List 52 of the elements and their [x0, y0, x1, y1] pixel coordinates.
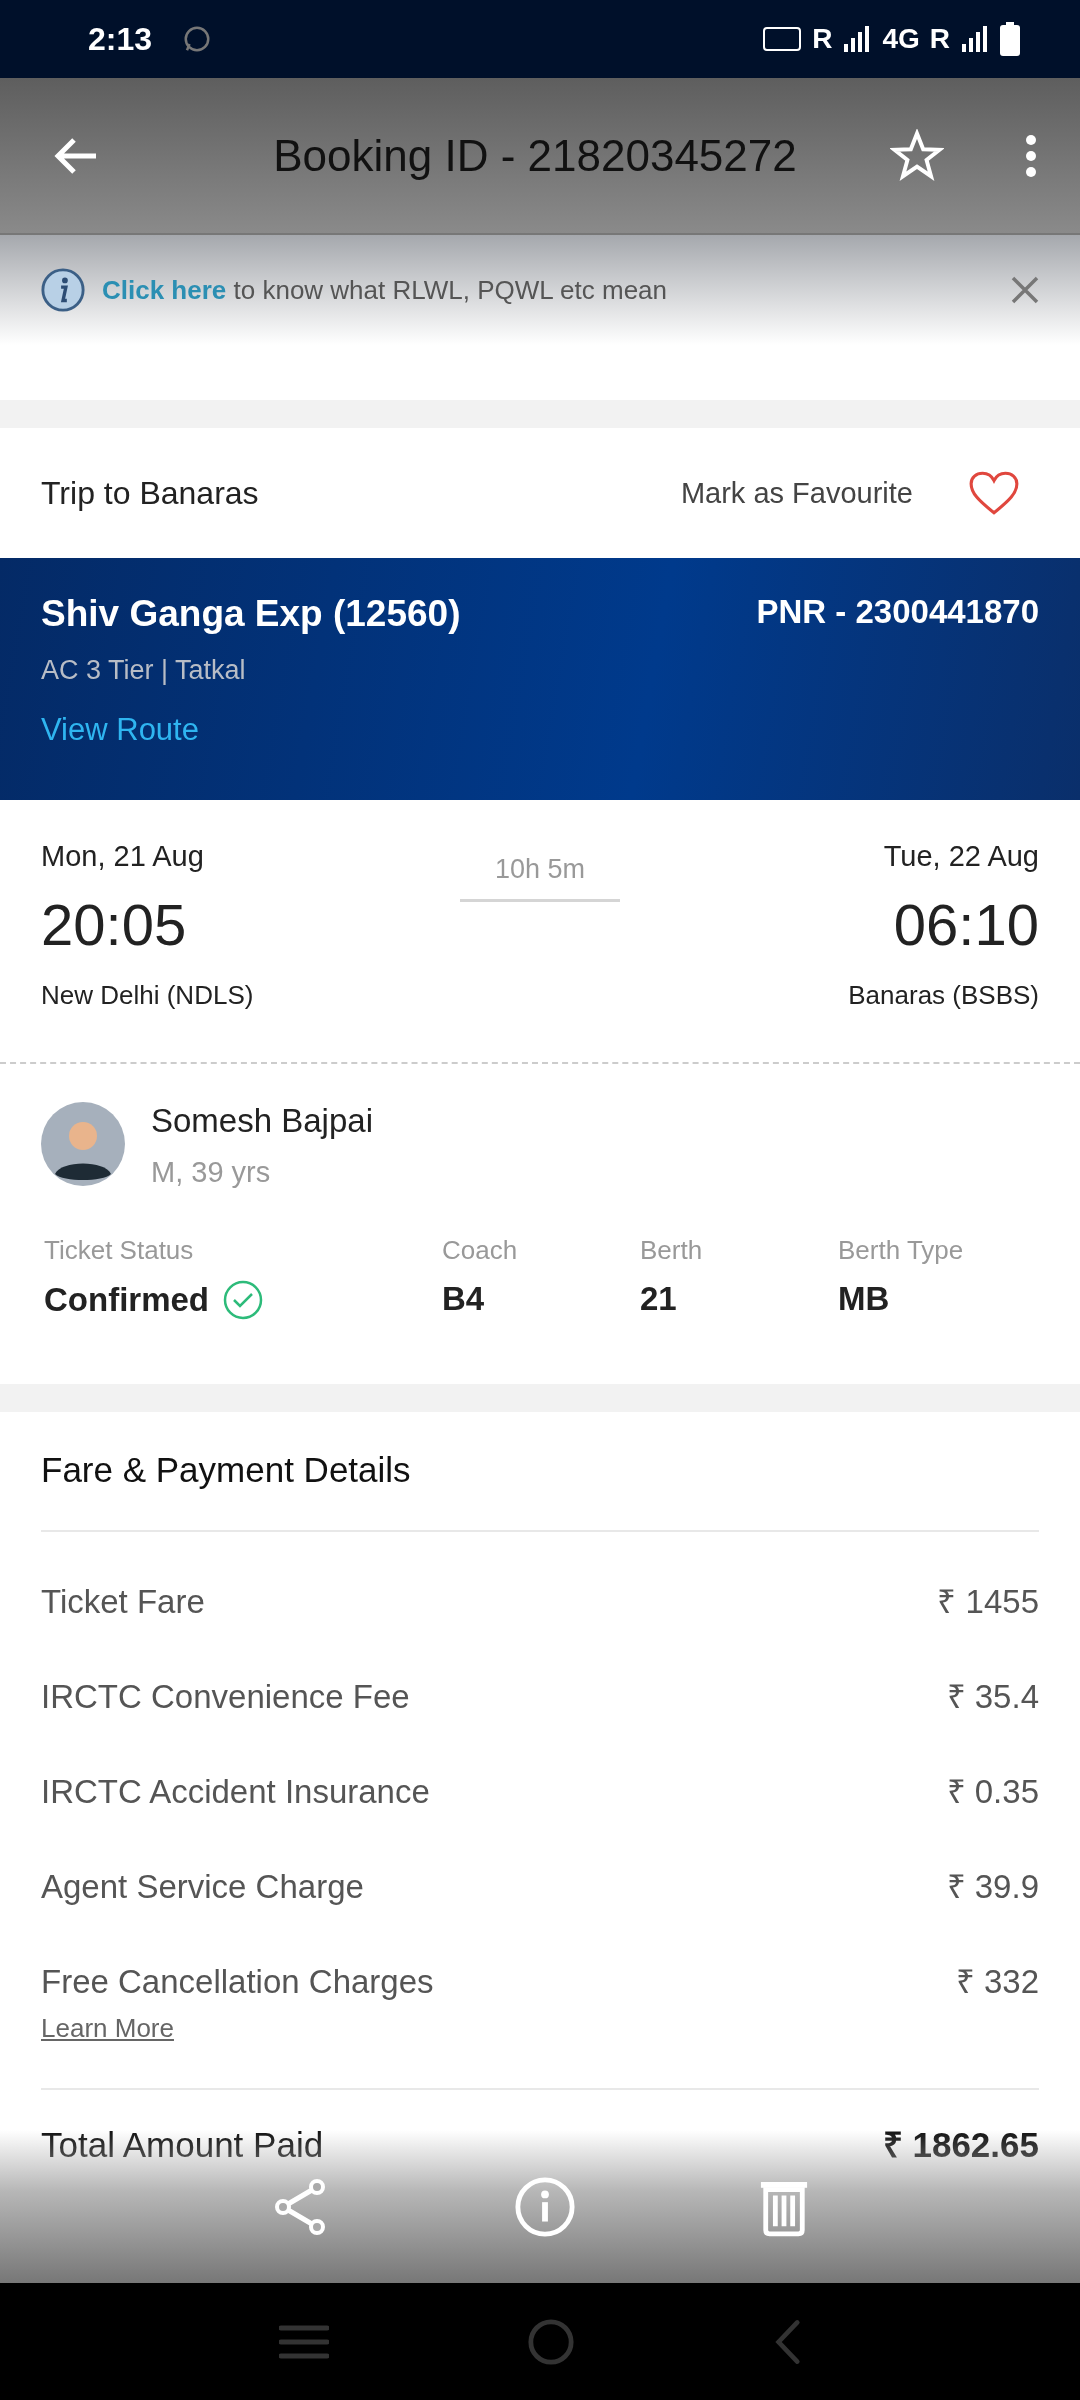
- fare-label: IRCTC Accident Insurance: [41, 1773, 430, 1811]
- network-label: 4G: [882, 23, 920, 55]
- arrival-date: Tue, 22 Aug: [883, 840, 1039, 873]
- clock-time: 2:13: [88, 20, 153, 58]
- info-message: Click here to know what RLWL, PQWL etc mean: [102, 274, 668, 306]
- learn-more-link[interactable]: Learn More: [41, 2013, 1039, 2044]
- battery-icon: [1000, 22, 1020, 56]
- field-value: B4: [442, 1280, 485, 1318]
- fare-label: Ticket Fare: [41, 1583, 205, 1621]
- arrival-time: 06:10: [893, 891, 1039, 958]
- journey-duration: 10h 5m: [494, 854, 586, 884]
- trip-title: Trip to Banaras: [41, 474, 260, 512]
- arrival-station: Banaras (BSBS): [848, 980, 1039, 1011]
- fare-amount: ₹ 1455: [937, 1582, 1039, 1622]
- field-label: Berth: [640, 1235, 704, 1266]
- departure-date: Mon, 21 Aug: [41, 840, 205, 873]
- field-label: Ticket Status: [44, 1235, 195, 1266]
- departure-station: New Delhi (NDLS): [41, 980, 255, 1011]
- star-icon[interactable]: [890, 128, 944, 183]
- fare-label: IRCTC Convenience Fee: [41, 1678, 410, 1716]
- info-icon[interactable]: [514, 2175, 576, 2238]
- fare-amount: ₹ 0.35: [946, 1772, 1039, 1812]
- favourite-label[interactable]: Mark as Favourite: [680, 476, 913, 510]
- field-label: Berth Type: [838, 1235, 965, 1266]
- fare-amount: ₹ 35.4: [946, 1677, 1039, 1717]
- departure-time: 20:05: [41, 891, 188, 958]
- field-value: Confirmed: [44, 1281, 209, 1319]
- view-route-link[interactable]: View Route: [41, 712, 1039, 748]
- total-amount: ₹ 1862.65: [882, 2124, 1039, 2166]
- field-value: MB: [838, 1280, 890, 1318]
- network-label: R: [929, 23, 950, 55]
- booking-id-title: Booking ID - 21820345272: [272, 130, 798, 181]
- home-icon[interactable]: [527, 2317, 575, 2366]
- total-label: Total Amount Paid: [41, 2125, 324, 2165]
- fare-amount: ₹ 39.9: [946, 1867, 1039, 1907]
- close-icon[interactable]: [1010, 275, 1040, 305]
- back-icon[interactable]: [773, 2317, 801, 2366]
- passenger-details: M, 39 yrs: [151, 1156, 272, 1189]
- class-quota: AC 3 Tier | Tatkal: [41, 655, 247, 686]
- fare-amount: ₹ 332: [955, 1962, 1039, 2002]
- field-value: 21: [640, 1280, 677, 1318]
- info-icon: [40, 267, 86, 313]
- fare-label: Free Cancellation Charges: [41, 1963, 434, 2001]
- passenger-name: Somesh Bajpai: [151, 1102, 373, 1140]
- train-name: Shiv Ganga Exp (12560): [41, 593, 461, 635]
- pnr-number: PNR - 2300441870: [756, 593, 1039, 632]
- network-label: R: [812, 23, 833, 55]
- fare-section-title: Fare & Payment Details: [41, 1450, 412, 1490]
- fare-label: Agent Service Charge: [41, 1868, 364, 1906]
- heart-icon[interactable]: [968, 470, 1020, 516]
- signal-icon: [960, 24, 990, 54]
- field-label: Coach: [442, 1235, 519, 1266]
